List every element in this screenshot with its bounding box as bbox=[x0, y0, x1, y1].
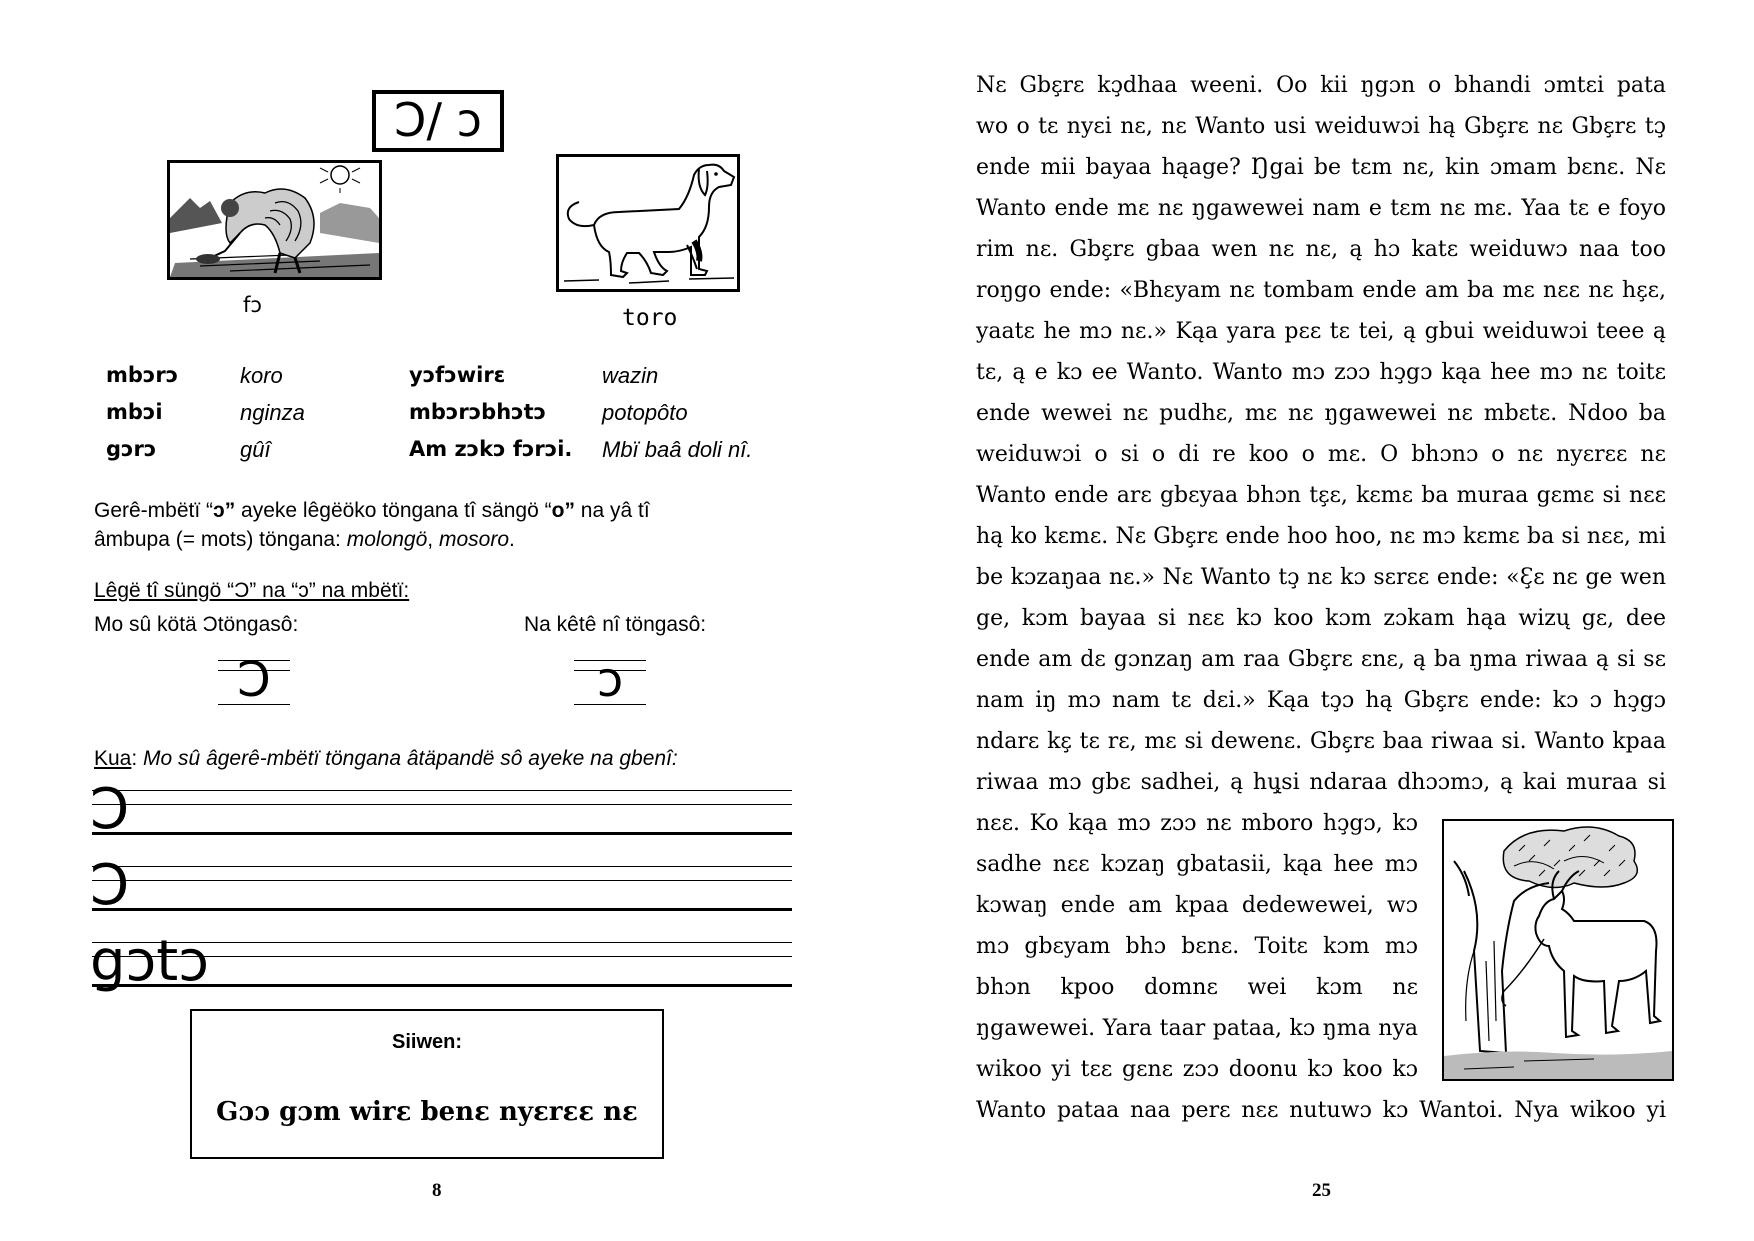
text-line: ŋgawewei. Yara taar pataa, kɔ ŋma nya bbox=[976, 1016, 1418, 1041]
text-run-bold: o” bbox=[551, 499, 575, 522]
text-line: ende mii bayaa hąage? Ŋgai be tɛm nɛ, ki… bbox=[976, 155, 1666, 180]
text-line: hą ko kɛmɛ. Nɛ Gbɛ̧rɛ ende hoo hoo, nɛ m… bbox=[976, 524, 1666, 549]
text-line: weiduwɔi o si o di re koo o mɛ. O bhɔnɔ … bbox=[976, 442, 1666, 467]
practice-glyph: Ɔ bbox=[90, 853, 130, 918]
text-line: nam iŋ mɔ nam tɛ dɛi.» Kąa tɔ̧ɔ hą Gbɛ̧r… bbox=[976, 688, 1666, 713]
text-run: . bbox=[509, 528, 515, 551]
vocab-word: mbɔrɔ bbox=[106, 363, 179, 387]
text-line: bhɔn kpoo domnɛ wei kɔm nɛ bbox=[976, 975, 1418, 1000]
text-line: be kɔzaŋaa nɛ.» Nɛ Wanto tɔ̧ nɛ kɔ sɛrɛɛ… bbox=[976, 565, 1666, 590]
text-line: roŋgo ende: «Bhɛyam nɛ tombam ende am ba… bbox=[976, 278, 1666, 303]
explanation-line-2: âmbupa (= mots) töngana: molongö, mosoro… bbox=[94, 525, 650, 554]
explanation-paragraph: Gerê-mbëtï “ɔ” ayeke lêgëöko töngana tî … bbox=[94, 496, 650, 554]
text-run: na yâ tî bbox=[574, 499, 650, 522]
dog-illustration bbox=[556, 154, 740, 292]
text-run: Gerê-mbëtï “ bbox=[94, 499, 214, 522]
vocab-word: mbɔrɔbhɔtɔ bbox=[409, 400, 547, 424]
text-line: ende am dɛ gɔnzaŋ am raa Gbɛ̧rɛ ɛnɛ, ą b… bbox=[976, 647, 1666, 672]
text-line: wo o tɛ nyɛi nɛ, nɛ Wanto usi weiduwɔi h… bbox=[976, 114, 1666, 139]
caption-toro: toro bbox=[622, 305, 678, 331]
text-line: mɔ gbɛyam bhɔ bɛnɛ. Toitɛ kɔm mɔ bbox=[976, 934, 1418, 959]
text-line: Nɛ Gbɛ̧rɛ kɔ̧dhaa weeni. Oo kii ŋgɔn o b… bbox=[976, 73, 1666, 98]
text-run-italic: molongö bbox=[346, 528, 428, 551]
upper-case-guide: Ɔ bbox=[218, 652, 290, 708]
siiwen-sentence: Gɔɔ gɔm wirɛ benɛ nyɛrɛɛ nɛ bbox=[216, 1097, 638, 1127]
explanation-line-1: Gerê-mbëtï “ɔ” ayeke lêgëöko töngana tî … bbox=[94, 496, 650, 525]
text-line: ge, kɔm bayaa si nɛɛ kɔ koo kɔm zɔkam hą… bbox=[976, 606, 1666, 631]
writing-heading: Lêgë tî süngö “Ɔ” na “ɔ” na mbëtï: bbox=[94, 579, 410, 602]
text-line: kɔwaŋ ende am kpaa dedewewei, wɔ bbox=[976, 893, 1418, 918]
page-number-right: 25 bbox=[1312, 1180, 1331, 1201]
lower-case-label: Na kêtê nî töngasô: bbox=[524, 613, 707, 636]
exercise-instruction: Kua: Mo sû âgerê-mbëtï töngana âtäpandë … bbox=[94, 744, 678, 773]
text-run-bold: ɔ” bbox=[213, 499, 236, 522]
vocab-word: mbɔi bbox=[106, 400, 163, 424]
text-line: ndarɛ kɛ̧ tɛ rɛ, mɛ si dewenɛ. Gbɛ̧rɛ ba… bbox=[976, 729, 1666, 754]
vocab-translation: wazin bbox=[602, 363, 659, 388]
vocab-word: yɔfɔwirɛ bbox=[409, 363, 506, 387]
vocab-word: gɔrɔ bbox=[106, 437, 157, 461]
text-line: Wanto ende arɛ gbɛyaa bhɔn tɛ̧ɛ, kɛmɛ ba… bbox=[976, 483, 1666, 508]
text-line: nɛɛ. Ko kąa mɔ zɔɔ nɛ mboro hɔ̧gɔ, kɔ bbox=[976, 811, 1418, 836]
exercise-text: Mo sû âgerê-mbëtï töngana âtäpandë sô ay… bbox=[143, 747, 678, 770]
lower-case-guide: ɔ bbox=[574, 652, 646, 708]
text-line: Wanto ende mɛ nɛ ŋgawewei nam e tɛm nɛ m… bbox=[976, 196, 1666, 221]
vocab-translation: Mbï baâ doli nî. bbox=[602, 437, 753, 462]
exercise-separator: : bbox=[131, 747, 144, 770]
vocab-translation: nginza bbox=[240, 400, 305, 425]
practice-word: gɔtɔ bbox=[90, 929, 210, 994]
text-line: yaatɛ he mɔ nɛ.» Kąa yara pɛɛ tɛ tei, ą … bbox=[976, 319, 1666, 344]
text-line: sadhe nɛɛ kɔzaŋ gbatasii, kąa hee mɔ bbox=[976, 852, 1418, 877]
text-line: rim nɛ. Gbɛ̧rɛ gbaa wen nɛ nɛ, ą hɔ katɛ… bbox=[976, 237, 1666, 262]
vocab-word: Am zɔkɔ fɔrɔi. bbox=[409, 437, 573, 461]
caption-fo: fɔ bbox=[243, 293, 262, 317]
text-run: , bbox=[427, 528, 439, 551]
goat-tied-to-tree-illustration bbox=[1442, 819, 1674, 1081]
siiwen-box: Siiwen: Gɔɔ gɔm wirɛ benɛ nyɛrɛɛ nɛ bbox=[190, 1009, 664, 1159]
siiwen-title: Siiwen: bbox=[391, 1031, 462, 1053]
vocab-translation: potopôto bbox=[602, 400, 688, 425]
upper-case-label: Mo sû kötä Ɔtöngasô: bbox=[94, 613, 299, 636]
practice-glyph: Ɔ bbox=[90, 777, 130, 842]
text-line: wikoo yi tɛɛ gɛnɛ zɔɔ doonu kɔ koo kɔ bbox=[976, 1057, 1418, 1082]
lower-case-glyph: ɔ bbox=[596, 652, 624, 708]
text-line: Wanto pataa naa perɛ nɛɛ nutuwɔ kɔ Wanto… bbox=[976, 1098, 1666, 1123]
exercise-label: Kua bbox=[94, 747, 132, 770]
text-line: riwaa mɔ gbɛ sadhei, ą hų̧si ndaraa dhɔɔ… bbox=[976, 770, 1666, 795]
woman-bending-illustration bbox=[167, 160, 382, 280]
page-number-left: 8 bbox=[432, 1180, 442, 1201]
text-line: tɛ, ą e kɔ ee Wanto. Wanto mɔ zɔɔ hɔ̧gɔ … bbox=[976, 360, 1666, 385]
letter-heading: Ɔ/ ɔ bbox=[372, 90, 504, 152]
vocab-translation: gûî bbox=[240, 437, 271, 462]
text-run: ayeke lêgëöko töngana tî sängö “ bbox=[235, 499, 552, 522]
text-run-italic: mosoro bbox=[438, 528, 509, 551]
text-line: ende wewei nɛ pudhɛ, mɛ nɛ ŋgawewei nɛ m… bbox=[976, 401, 1666, 426]
upper-case-glyph: Ɔ bbox=[237, 652, 271, 708]
text-run: âmbupa (= mots) töngana: bbox=[94, 528, 347, 551]
vocab-translation: koro bbox=[240, 363, 283, 388]
